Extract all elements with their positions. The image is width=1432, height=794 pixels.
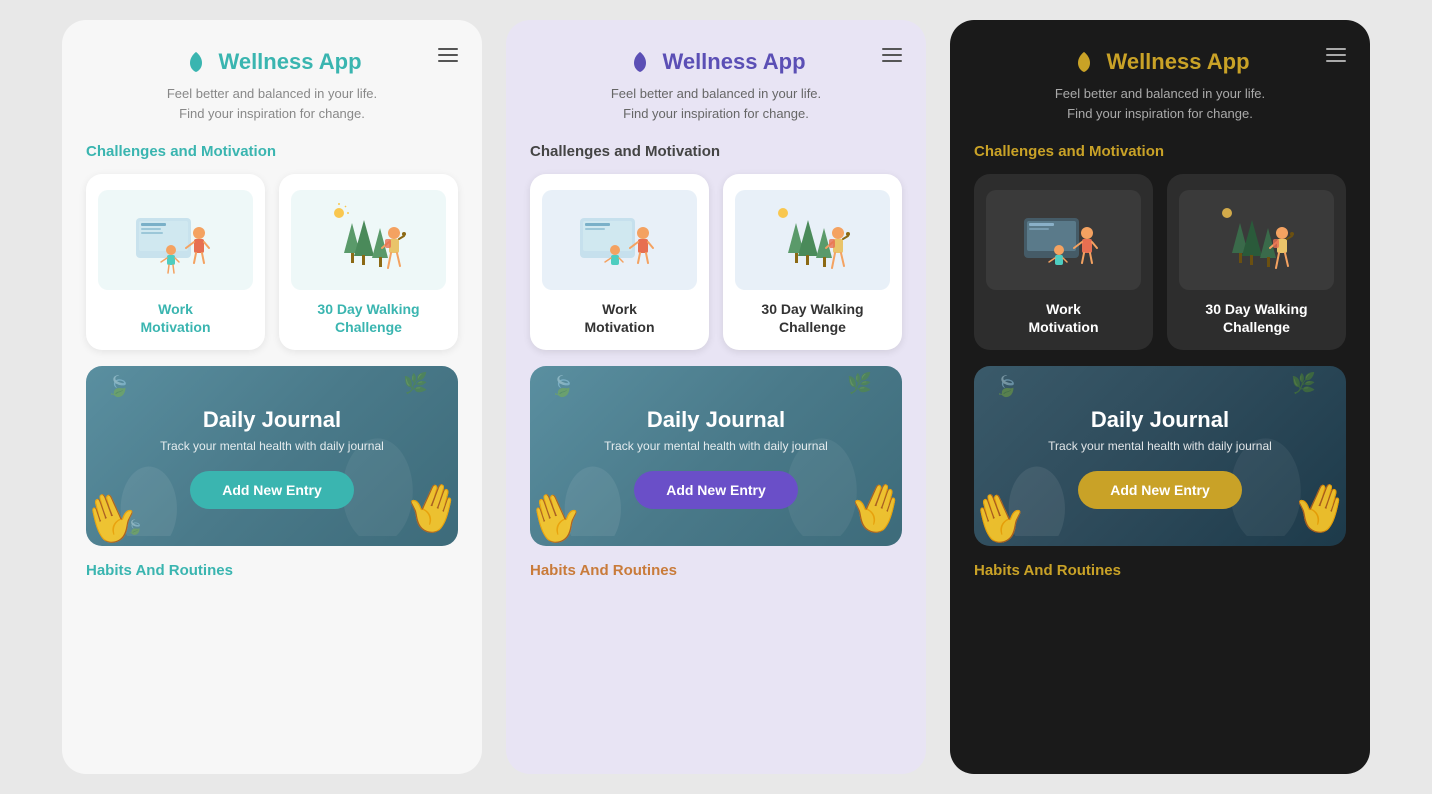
header-light: Wellness App Feel better and balanced in… [86,48,458,123]
app-logo: Wellness App [182,48,361,76]
work-motivation-illustration-purple [542,190,697,290]
challenges-title-purple: Challenges and Motivation [530,143,902,160]
work-motivation-label-dark: WorkMotivation [1029,300,1099,336]
app-tagline: Feel better and balanced in your life.Fi… [167,84,377,123]
walking-illustration-dark [1179,190,1334,290]
hand-left-decor: ✋ [86,481,149,547]
challenge-grid-purple: WorkMotivation [530,174,902,350]
walking-challenge-label-dark: 30 Day WalkingChallenge [1205,300,1307,336]
journal-card-dark: 🍃 🌿 ✋ ✋ Daily Journal Track your mental … [974,366,1346,546]
app-logo-dark: Wellness App [1070,48,1249,76]
journal-subtitle-purple: Track your mental health with daily jour… [604,439,828,453]
habits-title-light: Habits And Routines [86,562,458,579]
journal-card-light: 🍃 🌿 🍃 ✋ ✋ Daily Journal Track your menta… [86,366,458,546]
logo-icon-purple [626,48,654,76]
walking-challenge-card-purple[interactable]: 30 Day WalkingChallenge [723,174,902,350]
challenges-title-light: Challenges and Motivation [86,143,458,160]
leaf-decor-p2: 🌿 [847,371,872,396]
work-motivation-label-purple: WorkMotivation [585,300,655,336]
app-title: Wellness App [218,49,361,75]
add-entry-button-light[interactable]: Add New Entry [190,471,354,509]
hand-right-decor-dark: ✋ [1283,471,1346,545]
walking-challenge-label-light: 30 Day WalkingChallenge [317,300,419,336]
leaf-decor-p1: 🍃 [550,374,575,399]
journal-card-purple: 🍃 🌿 ✋ ✋ Daily Journal Track your mental … [530,366,902,546]
leaf-decor-2: 🌿 [403,371,428,396]
logo-icon-dark [1070,48,1098,76]
leaf-decor-d1: 🍃 [994,374,1019,399]
challenge-grid-light: WorkMotivation [86,174,458,350]
journal-title-dark: Daily Journal [1091,407,1229,433]
journal-subtitle-dark: Track your mental health with daily jour… [1048,439,1272,453]
hamburger-menu[interactable] [438,48,458,62]
work-motivation-card-dark[interactable]: WorkMotivation [974,174,1153,350]
hand-left-decor-purple: ✋ [530,481,593,547]
walking-challenge-card-dark[interactable]: 30 Day WalkingChallenge [1167,174,1346,350]
hand-right-decor: ✋ [395,471,458,545]
app-tagline-dark: Feel better and balanced in your life.Fi… [1055,84,1265,123]
walking-challenge-card-light[interactable]: 30 Day WalkingChallenge [279,174,458,350]
work-motivation-illustration-dark [986,190,1141,290]
header-purple: Wellness App Feel better and balanced in… [530,48,902,123]
work-motivation-card-purple[interactable]: WorkMotivation [530,174,709,350]
app-logo-purple: Wellness App [626,48,805,76]
habits-title-dark: Habits And Routines [974,562,1346,579]
journal-title-light: Daily Journal [203,407,341,433]
app-tagline-purple: Feel better and balanced in your life.Fi… [611,84,821,123]
logo-icon [182,48,210,76]
phone-light: Wellness App Feel better and balanced in… [62,20,482,774]
walking-illustration-purple [735,190,890,290]
add-entry-button-purple[interactable]: Add New Entry [634,471,798,509]
walking-challenge-label-purple: 30 Day WalkingChallenge [761,300,863,336]
leaf-decor-1: 🍃 [106,374,131,399]
challenges-title-dark: Challenges and Motivation [974,143,1346,160]
walking-illustration [291,190,446,290]
leaf-decor-d2: 🌿 [1291,371,1316,396]
app-title-dark: Wellness App [1106,49,1249,75]
hand-right-decor-purple: ✋ [839,471,902,545]
journal-subtitle-light: Track your mental health with daily jour… [160,439,384,453]
add-entry-button-dark[interactable]: Add New Entry [1078,471,1242,509]
habits-title-purple: Habits And Routines [530,562,902,579]
challenge-grid-dark: WorkMotivation [974,174,1346,350]
work-motivation-label-light: WorkMotivation [141,300,211,336]
phone-purple: Wellness App Feel better and balanced in… [506,20,926,774]
app-title-purple: Wellness App [662,49,805,75]
work-motivation-illustration [98,190,253,290]
hamburger-menu-dark[interactable] [1326,48,1346,62]
phone-dark: Wellness App Feel better and balanced in… [950,20,1370,774]
work-motivation-card-light[interactable]: WorkMotivation [86,174,265,350]
header-dark: Wellness App Feel better and balanced in… [974,48,1346,123]
journal-title-purple: Daily Journal [647,407,785,433]
hand-left-decor-dark: ✋ [974,481,1037,547]
hamburger-menu-purple[interactable] [882,48,902,62]
